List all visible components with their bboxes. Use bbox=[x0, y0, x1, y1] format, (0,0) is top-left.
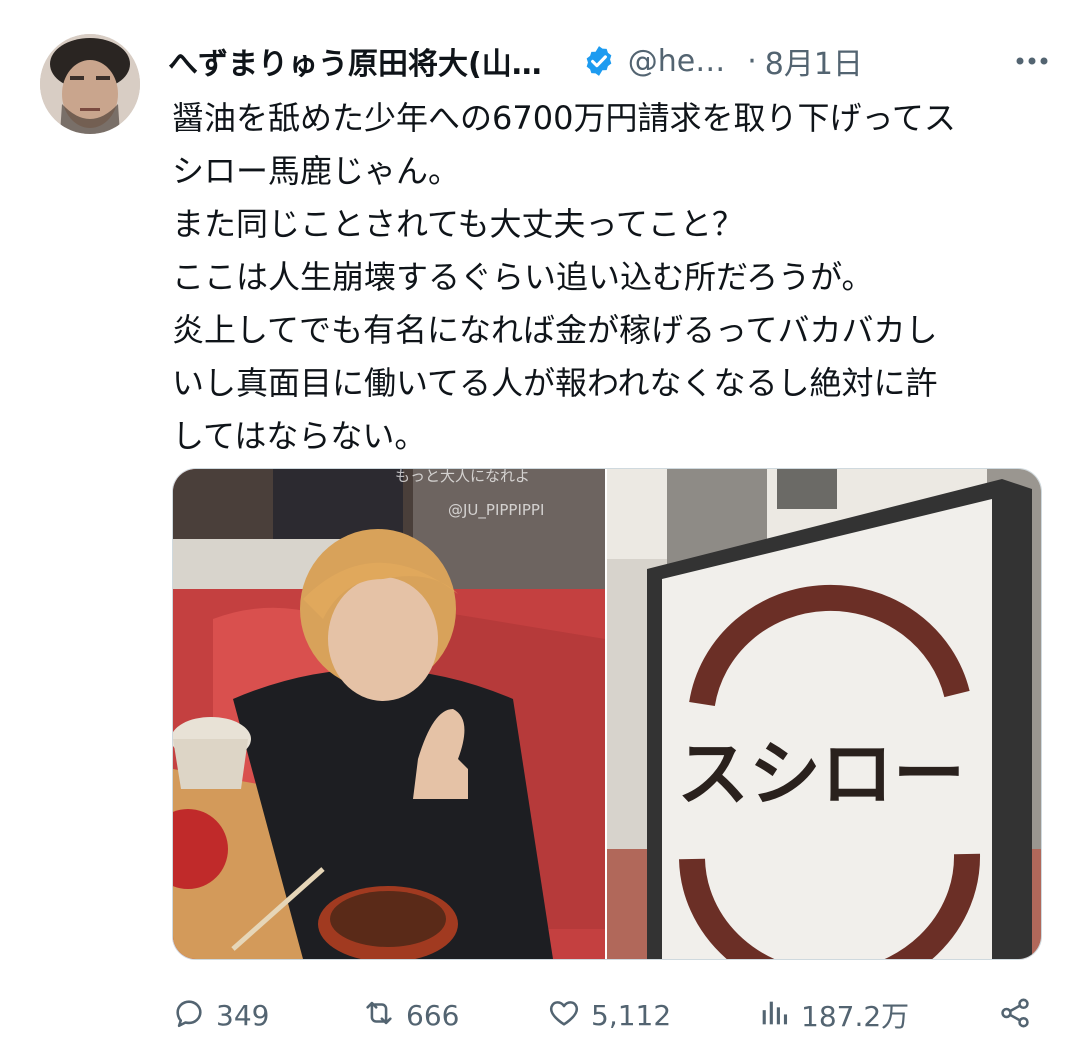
share-icon bbox=[998, 996, 1032, 1034]
tweet-text-line: また同じことされても大丈夫ってこと？ bbox=[172, 205, 744, 243]
tweet-text: 醤油を舐めた少年への6700万円請求を取り下げってス シロー馬鹿じゃん。 また同… bbox=[172, 92, 1032, 463]
author-avatar[interactable] bbox=[40, 34, 140, 134]
views-icon bbox=[757, 996, 791, 1034]
repost-count: 666 bbox=[406, 998, 460, 1032]
reply-count: 349 bbox=[216, 998, 270, 1032]
verified-badge-icon bbox=[582, 44, 616, 78]
author-handle[interactable]: @he… bbox=[628, 44, 725, 79]
overlay-caption: もっと大人になれよ bbox=[395, 469, 530, 485]
tweet-text-line: してはならない。 bbox=[172, 417, 427, 455]
like-count: 5,112 bbox=[591, 998, 672, 1032]
tweet-header: へずまりゅう原田将大(山… @he… · 8月1日 bbox=[168, 36, 1052, 86]
like-icon bbox=[547, 996, 581, 1034]
tweet-actions: 349 666 5,112 187.2万 bbox=[172, 990, 1040, 1040]
tweet-media: もっと大人になれよ @JU_PIPPIPPI スシロー bbox=[172, 468, 1042, 960]
media-image-right[interactable]: スシロー bbox=[607, 469, 1041, 959]
tweet-text-line: シロー馬鹿じゃん。 bbox=[172, 152, 461, 190]
more-options-icon[interactable] bbox=[1012, 44, 1052, 78]
views-button[interactable]: 187.2万 bbox=[757, 990, 909, 1040]
tweet-date[interactable]: 8月1日 bbox=[765, 39, 863, 83]
sign-text: スシロー bbox=[677, 732, 965, 816]
like-button[interactable]: 5,112 bbox=[547, 990, 671, 1040]
separator-dot: · bbox=[747, 43, 757, 79]
media-image-left[interactable]: もっと大人になれよ @JU_PIPPIPPI bbox=[173, 469, 605, 959]
overlay-watermark: @JU_PIPPIPPI bbox=[448, 501, 544, 520]
views-count: 187.2万 bbox=[801, 1000, 910, 1033]
tweet-text-line: 醤油を舐めた少年への6700万円請求を取り下げってス bbox=[172, 99, 956, 137]
share-button[interactable] bbox=[998, 990, 1032, 1040]
author-name[interactable]: へずまりゅう原田将大(山… bbox=[168, 39, 542, 83]
repost-button[interactable]: 666 bbox=[362, 990, 459, 1040]
reply-button[interactable]: 349 bbox=[172, 990, 269, 1040]
repost-icon bbox=[362, 996, 396, 1034]
reply-icon bbox=[172, 996, 206, 1034]
tweet-text-line: いし真面目に働いてる人が報われなくなるし絶対に許 bbox=[172, 364, 938, 402]
tweet-text-line: ここは人生崩壊するぐらい追い込む所だろうが。 bbox=[172, 258, 874, 296]
tweet-text-line: 炎上してでも有名になれば金が稼げるってバカバカし bbox=[172, 311, 938, 349]
